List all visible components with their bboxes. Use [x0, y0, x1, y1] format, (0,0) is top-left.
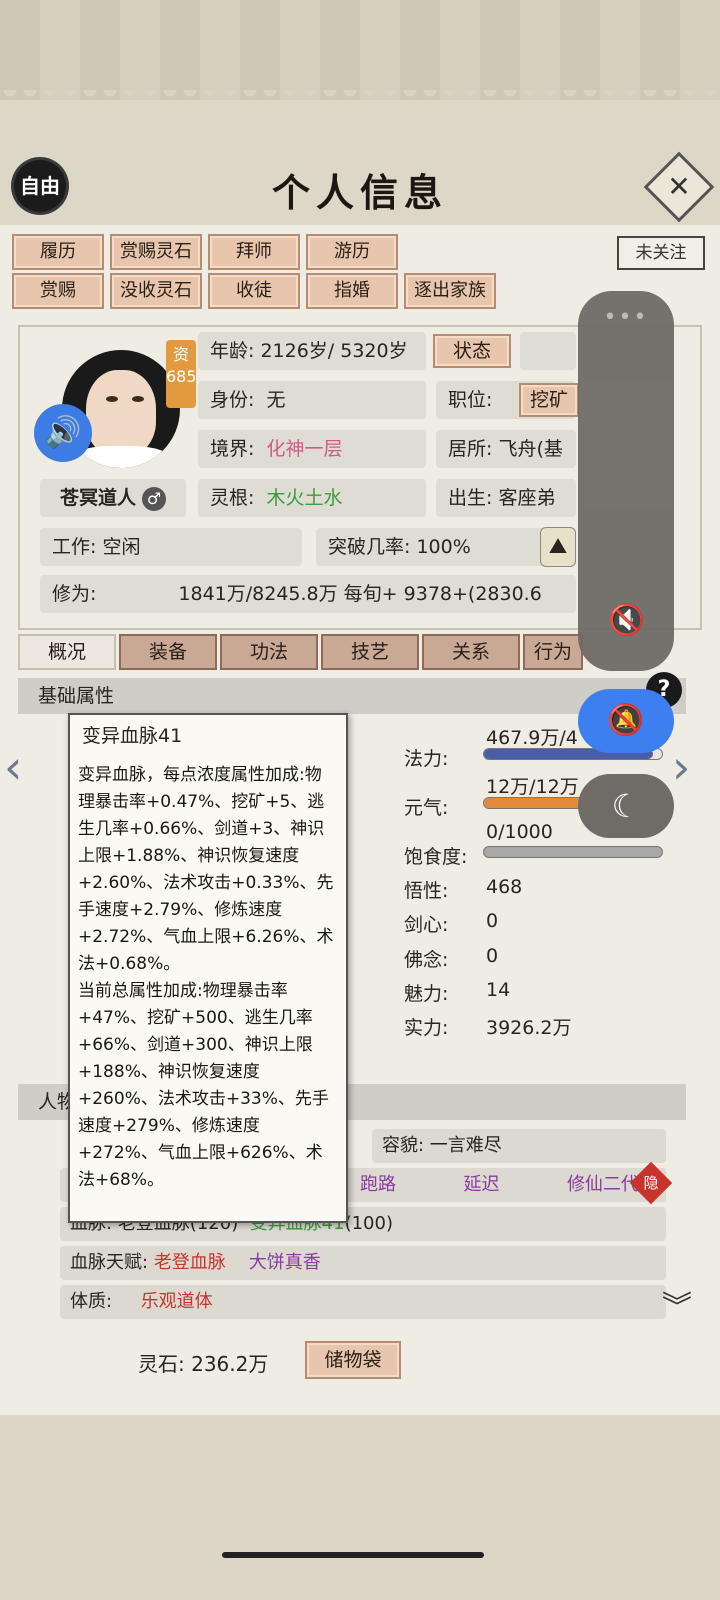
power-value: 3926.2万 [486, 1017, 572, 1039]
expel-button[interactable]: 逐出家族 [404, 273, 496, 309]
residence-field: 居所: 飞舟(基 [436, 430, 576, 468]
reward-stones-button[interactable]: 赏赐灵石 [110, 234, 202, 270]
tab-overview[interactable]: 概况 [18, 634, 116, 670]
top-decor-band [0, 0, 720, 100]
cultivation-field: 修为: 1841万/8245.8万 每旬+ 9378+(2830.6 [40, 575, 576, 613]
tooltip-title: 变异血脉41 [82, 725, 183, 747]
spirit-root-field: 灵根: 木火土水 [198, 479, 426, 517]
hidden-badge-label: 隐 [643, 1174, 659, 1192]
physique-row: 体质: 乐观道体 [60, 1285, 666, 1319]
comprehension-label: 悟性: [404, 880, 449, 902]
trait-item[interactable]: 修仙二代 [567, 1174, 639, 1195]
charm-label: 魅力: [404, 983, 449, 1005]
more-icon[interactable]: ••• [578, 305, 674, 330]
spirit-stones: 灵石: 236.2万 [138, 1352, 269, 1376]
arrange-marriage-button[interactable]: 指婚 [306, 273, 398, 309]
power-label: 实力: [404, 1017, 449, 1039]
charm-value: 14 [486, 979, 511, 1001]
satiety-bar [483, 846, 663, 858]
take-disciple-button[interactable]: 收徒 [208, 273, 300, 309]
buddha-label: 佛念: [404, 949, 449, 971]
speaker-icon[interactable]: 🔊 [34, 404, 92, 462]
bottom-band [0, 1415, 720, 1600]
dark-mode-button[interactable]: ☾ [578, 774, 674, 838]
volume-overlay[interactable]: ••• 🔇 [578, 291, 674, 671]
realm-field: 境界: 化神一层 [198, 430, 426, 468]
tab-relations[interactable]: 关系 [422, 634, 520, 670]
page-title: 个人信息 [271, 170, 448, 215]
mute-icon[interactable]: 🔇 [608, 603, 645, 639]
satiety-label: 饱食度: [404, 846, 468, 868]
bloodline-tooltip: 变异血脉41 变异血脉，每点浓度属性加成:物理暴击率+0.47%、挖矿+5、逃生… [68, 713, 348, 1223]
follow-button[interactable]: 未关注 [617, 236, 705, 270]
moon-icon: ☾ [611, 787, 641, 825]
resume-button[interactable]: 履历 [12, 234, 104, 270]
tab-skills[interactable]: 技艺 [321, 634, 419, 670]
appearance-field: 容貌: 一言难尽 [372, 1129, 666, 1163]
breakthrough-field: 突破几率: 100% [316, 528, 576, 566]
silent-bell-button[interactable]: 🔕 [578, 689, 674, 753]
work-field: 工作: 空闲 [40, 528, 302, 566]
comprehension-value: 468 [486, 876, 523, 898]
tab-behavior[interactable]: 行为 [523, 634, 583, 670]
tab-techniques[interactable]: 功法 [220, 634, 318, 670]
male-icon: ♂ [142, 487, 167, 511]
age-field: 年龄: 2126岁/ 5320岁 [198, 332, 426, 370]
tooltip-body: 变异血脉，每点浓度属性加成:物理暴击率+0.47%、挖矿+5、逃生几率+0.66… [78, 765, 334, 1190]
trait-item[interactable]: 跑路 [360, 1174, 396, 1195]
identity-field: 身份: 无 [198, 381, 426, 419]
aptitude-badge: 资 685 [166, 340, 197, 408]
vitality-value: 12万/12万 [486, 776, 579, 798]
satiety-value: 0/1000 [486, 821, 553, 843]
trait-item[interactable]: 延迟 [463, 1174, 499, 1195]
vitality-label: 元气: [404, 797, 449, 819]
bloodline-talent-row: 血脉天赋: 老登血脉 大饼真香 [60, 1246, 666, 1280]
buddha-value: 0 [486, 945, 499, 967]
home-indicator[interactable] [222, 1552, 484, 1558]
meditation-icon[interactable]: ⛰ [540, 527, 576, 567]
mana-value: 467.9万/4 [486, 727, 578, 749]
birth-field: 出生: 客座弟 [436, 479, 576, 517]
age-extra-field [520, 332, 576, 370]
apprentice-button[interactable]: 拜师 [208, 234, 300, 270]
prev-arrow-icon[interactable]: ‹ [4, 740, 22, 794]
storage-bag-button[interactable]: 储物袋 [305, 1341, 401, 1379]
tab-equipment[interactable]: 装备 [119, 634, 217, 670]
confiscate-stones-button[interactable]: 没收灵石 [110, 273, 202, 309]
bell-off-icon: 🔕 [607, 703, 645, 738]
close-icon: ✕ [667, 170, 691, 203]
mana-label: 法力: [404, 748, 449, 770]
sword-heart-label: 剑心: [404, 914, 449, 936]
status-button[interactable]: 状态 [433, 334, 511, 368]
character-name: 苍冥道人 ♂ [40, 479, 186, 517]
sword-heart-value: 0 [486, 910, 499, 932]
expand-down-icon[interactable]: ︾ [662, 1282, 692, 1326]
travel-button[interactable]: 游历 [306, 234, 398, 270]
position-button[interactable]: 挖矿 [519, 383, 579, 417]
next-arrow-icon[interactable]: › [672, 740, 690, 794]
reward-button[interactable]: 赏赐 [12, 273, 104, 309]
